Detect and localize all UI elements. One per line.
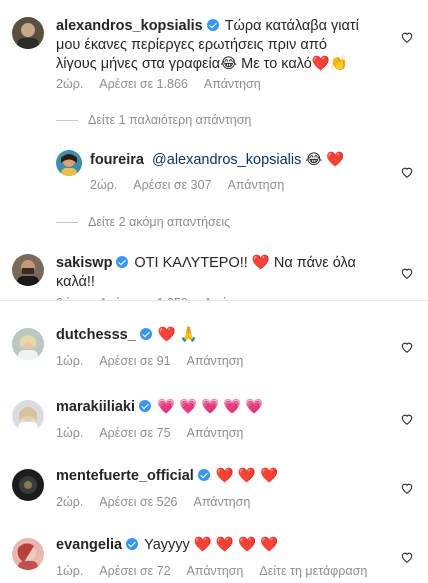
- likes-count[interactable]: Αρέσει σε 72: [99, 564, 170, 578]
- reply-button[interactable]: Απάντηση: [193, 495, 250, 509]
- emoji-reaction: 💗 💗 💗 💗 💗: [157, 399, 264, 415]
- verified-icon: [197, 469, 210, 481]
- avatar[interactable]: [12, 328, 44, 360]
- like-heart-icon[interactable]: [400, 30, 414, 44]
- clap-emoji: 👏: [329, 56, 348, 72]
- like-heart-icon[interactable]: [400, 550, 414, 564]
- username[interactable]: mentefuerte_official: [56, 468, 194, 484]
- likes-count[interactable]: Αρέσει σε 91: [99, 354, 170, 368]
- avatar[interactable]: [56, 150, 82, 176]
- username[interactable]: foureira: [90, 152, 144, 168]
- emoji-reaction: ❤️ 🙏: [157, 327, 198, 343]
- heart-emoji: ❤️: [311, 56, 330, 72]
- avatar[interactable]: [12, 17, 44, 49]
- username[interactable]: dutchesss_: [56, 327, 136, 343]
- verified-icon: [139, 400, 151, 412]
- comment-meta: 1ώρ. Αρέσει σε 91 Απάντηση: [56, 354, 259, 368]
- emoji-reaction: ❤️ ❤️ ❤️ ❤️: [193, 537, 279, 553]
- translate-link[interactable]: Δείτε τη μετάφραση: [259, 564, 367, 578]
- reply-button[interactable]: Απάντηση: [187, 354, 244, 368]
- comment-meta: 1ώρ. Αρέσει σε 72 Απάντηση Δείτε τη μετάφρα…: [56, 564, 383, 578]
- view-older-replies[interactable]: Δείτε 1 παλαιότερη απάντηση: [56, 113, 251, 127]
- like-heart-icon[interactable]: [400, 481, 414, 495]
- reply-button[interactable]: Απάντηση: [204, 77, 261, 91]
- emoji-reaction: ❤️ ❤️ ❤️: [215, 468, 279, 484]
- timestamp: 1ώρ.: [56, 426, 84, 440]
- heart-emoji: ❤️: [251, 255, 270, 271]
- timestamp: 2ώρ.: [56, 77, 84, 91]
- timestamp: 1ώρ.: [56, 354, 84, 368]
- comment-text: sakiswp ΟΤΙ ΚΑΛΥΤΕΡΟ!! ❤️ Να πάνε όλα καλ…: [56, 255, 356, 290]
- reply-button[interactable]: Απάντηση: [227, 178, 284, 192]
- laughing-emoji: 😂: [305, 152, 323, 168]
- avatar[interactable]: [12, 254, 44, 286]
- mention-link[interactable]: @alexandros_kopsialis: [152, 152, 301, 168]
- username[interactable]: sakiswp: [56, 255, 112, 271]
- laughing-emoji: 😂: [220, 56, 238, 72]
- comment-text: mentefuerte_official ❤️ ❤️ ❤️: [56, 467, 386, 486]
- reply-button[interactable]: Απάντηση: [187, 564, 244, 578]
- comment-text: dutchesss_ ❤️ 🙏: [56, 326, 386, 345]
- divider-line: [56, 120, 78, 122]
- heart-emoji: ❤️: [326, 152, 345, 168]
- timestamp: 2ώρ.: [90, 178, 118, 192]
- like-heart-icon[interactable]: [400, 412, 414, 426]
- likes-count[interactable]: Αρέσει σε 307: [133, 178, 211, 192]
- timestamp: 1ώρ.: [56, 564, 84, 578]
- like-heart-icon[interactable]: [400, 165, 414, 179]
- view-more-replies[interactable]: Δείτε 2 ακόμη απαντήσεις: [56, 215, 230, 229]
- like-heart-icon[interactable]: [400, 340, 414, 354]
- comment-text: marakiiliaki 💗 💗 💗 💗 💗: [56, 398, 386, 417]
- timestamp: 2ώρ.: [56, 495, 84, 509]
- verified-icon: [116, 256, 129, 268]
- likes-count[interactable]: Αρέσει σε 75: [99, 426, 170, 440]
- verified-icon: [139, 328, 152, 340]
- reply-button[interactable]: Απάντηση: [187, 426, 244, 440]
- avatar[interactable]: [12, 538, 44, 570]
- avatar[interactable]: [12, 469, 44, 501]
- divider: [0, 300, 428, 301]
- comment-text: foureira @alexandros_kopsialis 😂 ❤️: [90, 151, 390, 170]
- like-heart-icon[interactable]: [400, 266, 414, 280]
- username[interactable]: alexandros_kopsialis: [56, 18, 203, 34]
- likes-count[interactable]: Αρέσει σε 1.866: [99, 77, 188, 91]
- username[interactable]: evangelia: [56, 537, 122, 553]
- verified-icon: [206, 19, 219, 31]
- avatar[interactable]: [12, 400, 44, 432]
- divider-line: [56, 222, 78, 224]
- comment-text: evangelia Yayyyy ❤️ ❤️ ❤️ ❤️: [56, 537, 279, 553]
- comment-meta: 2ώρ. Αρέσει σε 1.866 Απάντηση: [56, 77, 277, 91]
- comment-text: alexandros_kopsialis Τώρα κατάλαβα γιατί …: [56, 18, 359, 72]
- username[interactable]: marakiiliaki: [56, 399, 135, 415]
- likes-count[interactable]: Αρέσει σε 526: [99, 495, 177, 509]
- verified-icon: [126, 538, 139, 550]
- comment-meta: 2ώρ. Αρέσει σε 307 Απάντηση: [90, 178, 300, 192]
- comment-meta: 2ώρ. Αρέσει σε 526 Απάντηση: [56, 495, 266, 509]
- comment-meta: 1ώρ. Αρέσει σε 75 Απάντηση: [56, 426, 259, 440]
- screenshot-seam: [0, 301, 428, 311]
